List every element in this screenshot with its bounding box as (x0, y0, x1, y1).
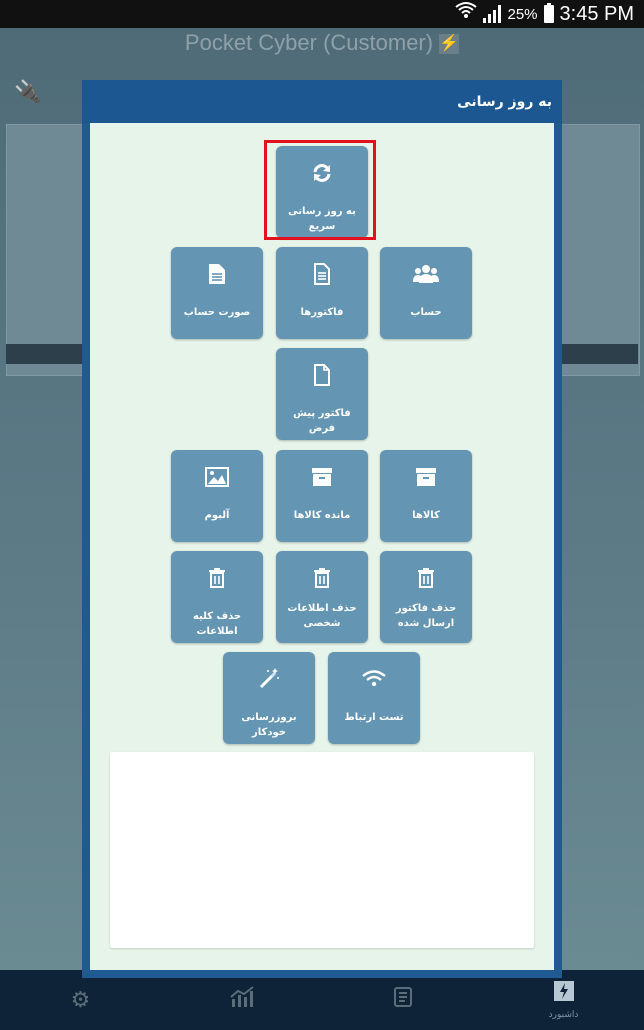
nav-reports[interactable] (192, 970, 292, 1030)
clock: 3:45 PM (559, 2, 634, 25)
products-button[interactable]: کالاها (380, 450, 472, 542)
bottom-navigation: ⚙ داشبورد (0, 970, 644, 1030)
trash-icon (417, 567, 435, 589)
connection-test-label: تست ارتباط (344, 712, 404, 723)
plug-icon: 🔌 (14, 80, 42, 105)
archive-icon (415, 466, 437, 488)
nav-dashboard-label: داشبورد (548, 1010, 579, 1020)
nav-settings[interactable]: ⚙ (31, 970, 131, 1030)
gears-icon: ⚙ (70, 987, 91, 1013)
document-lines-icon (313, 263, 331, 285)
delete-all-info-label: حذف کلیه اطلاعات (192, 611, 242, 637)
image-icon (205, 466, 229, 488)
connection-test-button[interactable]: تست ارتباط (328, 652, 420, 744)
products-label: کالاها (412, 510, 440, 521)
battery-icon (543, 3, 554, 23)
invoices-label: فاکتورها (300, 307, 344, 318)
dialog-title: به روز رسانی (457, 93, 552, 110)
auto-update-label: بروزرسانی خودکار (241, 712, 297, 738)
album-label: آلبوم (204, 510, 230, 521)
dashboard-icon (553, 980, 575, 1008)
selection-highlight (264, 140, 376, 240)
statement-label: صورت حساب (183, 307, 251, 318)
account-label: حساب (410, 307, 442, 318)
delete-all-info-button[interactable]: حذف کلیه اطلاعات (171, 551, 263, 643)
trash-icon (313, 567, 331, 589)
invoices-button[interactable]: فاکتورها (276, 247, 368, 339)
delete-personal-info-button[interactable]: حذف اطلاعات شخصی (276, 551, 368, 643)
product-stock-button[interactable]: مانده کالاها (276, 450, 368, 542)
proforma-label: فاکتور پیش فرض (293, 408, 351, 434)
file-outline-icon (313, 364, 331, 386)
app-logo-icon: ⚡ (439, 34, 460, 55)
proforma-button[interactable]: فاکتور پیش فرض (276, 348, 368, 440)
nav-dashboard[interactable]: داشبورد (514, 970, 614, 1030)
statement-button[interactable]: صورت حساب (171, 247, 263, 339)
delete-personal-info-label: حذف اطلاعات شخصی (287, 603, 357, 629)
scroll-icon (391, 985, 415, 1015)
archive-icon (311, 466, 333, 488)
auto-update-button[interactable]: بروزرسانی خودکار (223, 652, 315, 744)
chart-icon (229, 985, 255, 1015)
battery-percent: 25% (507, 5, 538, 23)
album-button[interactable]: آلبوم (171, 450, 263, 542)
trash-icon (208, 567, 226, 589)
magic-wand-icon (258, 668, 280, 690)
account-button[interactable]: حساب (380, 247, 472, 339)
wifi-icon (362, 668, 386, 690)
product-stock-label: مانده کالاها (293, 510, 351, 521)
status-bar: 25% 3:45 PM (0, 0, 644, 28)
nav-documents[interactable] (353, 970, 453, 1030)
wifi-icon (455, 1, 478, 27)
delete-sent-invoice-label: حذف فاکتور ارسال شده (395, 603, 457, 629)
file-text-icon (208, 263, 226, 285)
update-log-area (110, 752, 534, 948)
users-icon (413, 263, 439, 285)
signal-icon (483, 5, 502, 23)
dialog-header: به روز رسانی (82, 80, 562, 123)
app-title: Pocket Cyber (Customer) ⚡ (184, 30, 460, 55)
delete-sent-invoice-button[interactable]: حذف فاکتور ارسال شده (380, 551, 472, 643)
